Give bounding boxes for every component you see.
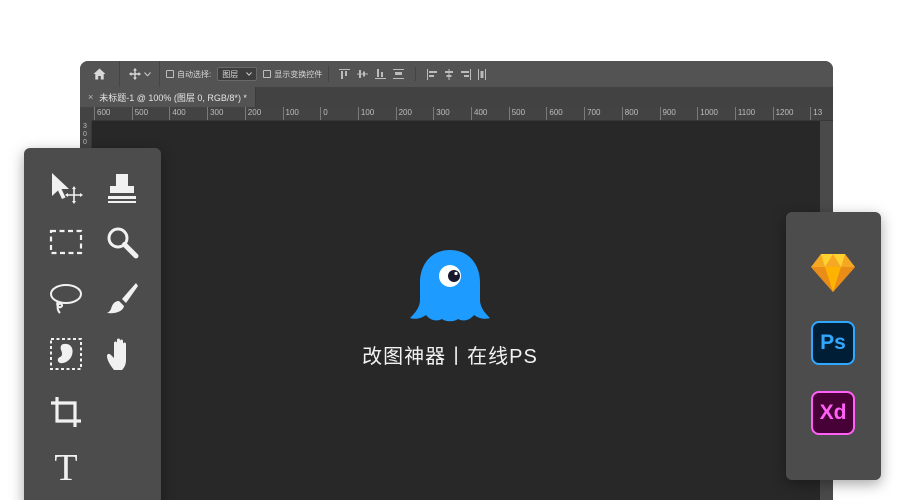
- ruler-tick-label: 0: [83, 139, 87, 146]
- photoshop-app-button[interactable]: Ps: [810, 320, 856, 366]
- ruler-tick-label: 1200: [772, 107, 793, 120]
- auto-select-checkbox[interactable]: 自动选择:: [166, 69, 211, 80]
- move-tool-preset-button[interactable]: [120, 61, 160, 87]
- magnifier-icon: [107, 227, 139, 259]
- quick-select-icon: [50, 338, 82, 370]
- quick-select-tool[interactable]: [46, 334, 86, 374]
- ruler-tick-label: 500: [508, 107, 525, 120]
- checkbox-box: [166, 70, 174, 78]
- type-icon: T: [54, 447, 78, 489]
- marquee-tool[interactable]: [46, 222, 86, 262]
- hand-tool[interactable]: [102, 334, 142, 374]
- divider: [415, 67, 417, 81]
- align-buttons: [335, 67, 490, 81]
- ruler-tick-label: 500: [131, 107, 148, 120]
- lasso-tool[interactable]: [46, 278, 86, 318]
- ruler-tick-label: 1100: [734, 107, 755, 120]
- align-hcenter-icon[interactable]: [444, 68, 454, 80]
- chevron-down-icon: [143, 71, 151, 77]
- distribute-icon[interactable]: [393, 69, 405, 79]
- crop-tool[interactable]: [46, 392, 86, 432]
- xd-label: Xd: [819, 401, 847, 424]
- ruler-tick-label: 600: [546, 107, 563, 120]
- home-icon: [93, 68, 106, 80]
- rect-marquee-icon: [49, 229, 83, 255]
- tools-panel: T: [24, 148, 161, 500]
- ruler-tick-label: 300: [433, 107, 450, 120]
- ruler-tick-label: 200: [395, 107, 412, 120]
- ruler-tick-label: 100: [282, 107, 299, 120]
- align-right-icon[interactable]: [461, 68, 472, 80]
- document-tab-bar: × 未标题-1 @ 100% (图层 0, RGB/8*) *: [80, 87, 833, 107]
- sketch-diamond-icon: [811, 254, 855, 292]
- zoom-tool[interactable]: [102, 222, 142, 262]
- divider: [328, 66, 330, 82]
- ruler-tick-label: 0: [320, 107, 328, 120]
- document-tab[interactable]: × 未标题-1 @ 100% (图层 0, RGB/8*) *: [80, 87, 256, 107]
- ruler-tick-label: 900: [659, 107, 676, 120]
- ruler-tick-label: 400: [471, 107, 487, 120]
- photoshop-label: Ps: [820, 331, 846, 354]
- auto-select-target-select[interactable]: 图层: [217, 67, 258, 81]
- horizontal-ruler[interactable]: 600 500 400 300 200 100 0 100 200 300 400 500 600 700…: [92, 107, 833, 121]
- ruler-tick-label: 400: [169, 107, 186, 120]
- ruler-corner: [80, 107, 92, 121]
- lasso-icon: [50, 284, 82, 314]
- document-tab-title: 未标题-1 @ 100% (图层 0, RGB/8*) *: [99, 92, 247, 103]
- chevron-down-icon: [246, 72, 253, 76]
- ruler-tick-label: 800: [621, 107, 638, 120]
- ruler-tick-label: 200: [244, 107, 261, 120]
- ruler-tick-label: 0: [83, 131, 87, 138]
- brand: 改图神器丨在线PS: [300, 248, 600, 378]
- ghost-mascot-icon: [410, 250, 490, 322]
- align-vcenter-icon[interactable]: [357, 69, 369, 79]
- move-arrow-icon: [52, 173, 83, 204]
- type-tool[interactable]: T: [46, 448, 86, 488]
- brush-icon: [107, 283, 138, 314]
- ruler-tick-label: 600: [94, 107, 110, 120]
- show-transform-checkbox[interactable]: 显示变换控件: [263, 69, 322, 80]
- xd-icon: Xd: [811, 391, 855, 435]
- auto-select-label: 自动选择:: [177, 69, 212, 79]
- ruler-tick-label: 3: [83, 123, 87, 130]
- align-top-icon[interactable]: [339, 69, 351, 79]
- apps-panel: Ps Xd: [786, 212, 881, 480]
- options-bar: 自动选择: 图层 显示变换控件: [80, 61, 833, 87]
- move-tool[interactable]: [46, 168, 86, 208]
- align-left-icon[interactable]: [427, 68, 438, 80]
- close-tab-icon[interactable]: ×: [88, 92, 93, 102]
- ruler-tick-label: 700: [584, 107, 600, 120]
- clone-stamp-icon: [108, 174, 136, 203]
- show-transform-label: 显示变换控件: [274, 69, 323, 79]
- align-bottom-icon[interactable]: [375, 69, 387, 79]
- ruler-tick-label: 300: [207, 107, 223, 120]
- photoshop-icon: Ps: [811, 321, 855, 365]
- ruler-tick-label: 100: [357, 107, 374, 120]
- auto-select-target-value: 图层: [222, 69, 239, 79]
- crop-icon: [51, 397, 81, 427]
- brush-tool[interactable]: [102, 278, 142, 318]
- checkbox-box: [263, 70, 272, 78]
- xd-app-button[interactable]: Xd: [810, 390, 856, 436]
- ruler-tick-label: 13: [810, 107, 822, 120]
- home-button[interactable]: [80, 61, 120, 87]
- stamp-tool[interactable]: [102, 168, 142, 208]
- align-more-icon[interactable]: [478, 68, 487, 80]
- sketch-app-button[interactable]: [810, 250, 856, 296]
- ruler-tick-label: 1000: [697, 107, 718, 120]
- hand-icon: [107, 338, 126, 370]
- stage: 自动选择: 图层 显示变换控件 × 未标题-1 @ 100% (图层 0, RG…: [0, 0, 900, 500]
- brand-name: 改图神器丨在线PS: [362, 346, 538, 368]
- move-icon: [128, 68, 141, 80]
